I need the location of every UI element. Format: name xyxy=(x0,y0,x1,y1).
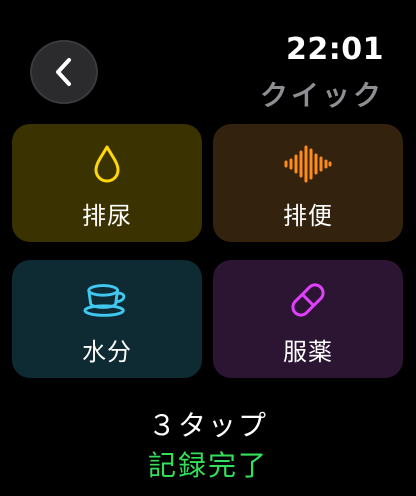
tile-label: 服薬 xyxy=(283,338,333,366)
tile-label: 排便 xyxy=(283,202,333,230)
tile-stool[interactable]: 排便 xyxy=(213,124,403,242)
page-title: クイック xyxy=(259,79,384,112)
tile-medicine[interactable]: 服薬 xyxy=(213,260,403,378)
footer-tap-count: ３タップ xyxy=(147,409,268,442)
chevron-left-icon xyxy=(56,58,71,86)
waveform-icon xyxy=(284,142,332,186)
clock-time: 22:01 xyxy=(286,32,384,67)
pill-icon xyxy=(284,278,332,322)
footer-status: 記録完了 xyxy=(147,449,268,482)
back-button[interactable] xyxy=(30,40,98,104)
tile-label: 排尿 xyxy=(82,202,132,230)
drop-icon xyxy=(83,142,131,186)
tile-urination[interactable]: 排尿 xyxy=(12,124,202,242)
cup-icon xyxy=(83,278,131,322)
tile-label: 水分 xyxy=(82,338,132,366)
tile-fluid[interactable]: 水分 xyxy=(12,260,202,378)
